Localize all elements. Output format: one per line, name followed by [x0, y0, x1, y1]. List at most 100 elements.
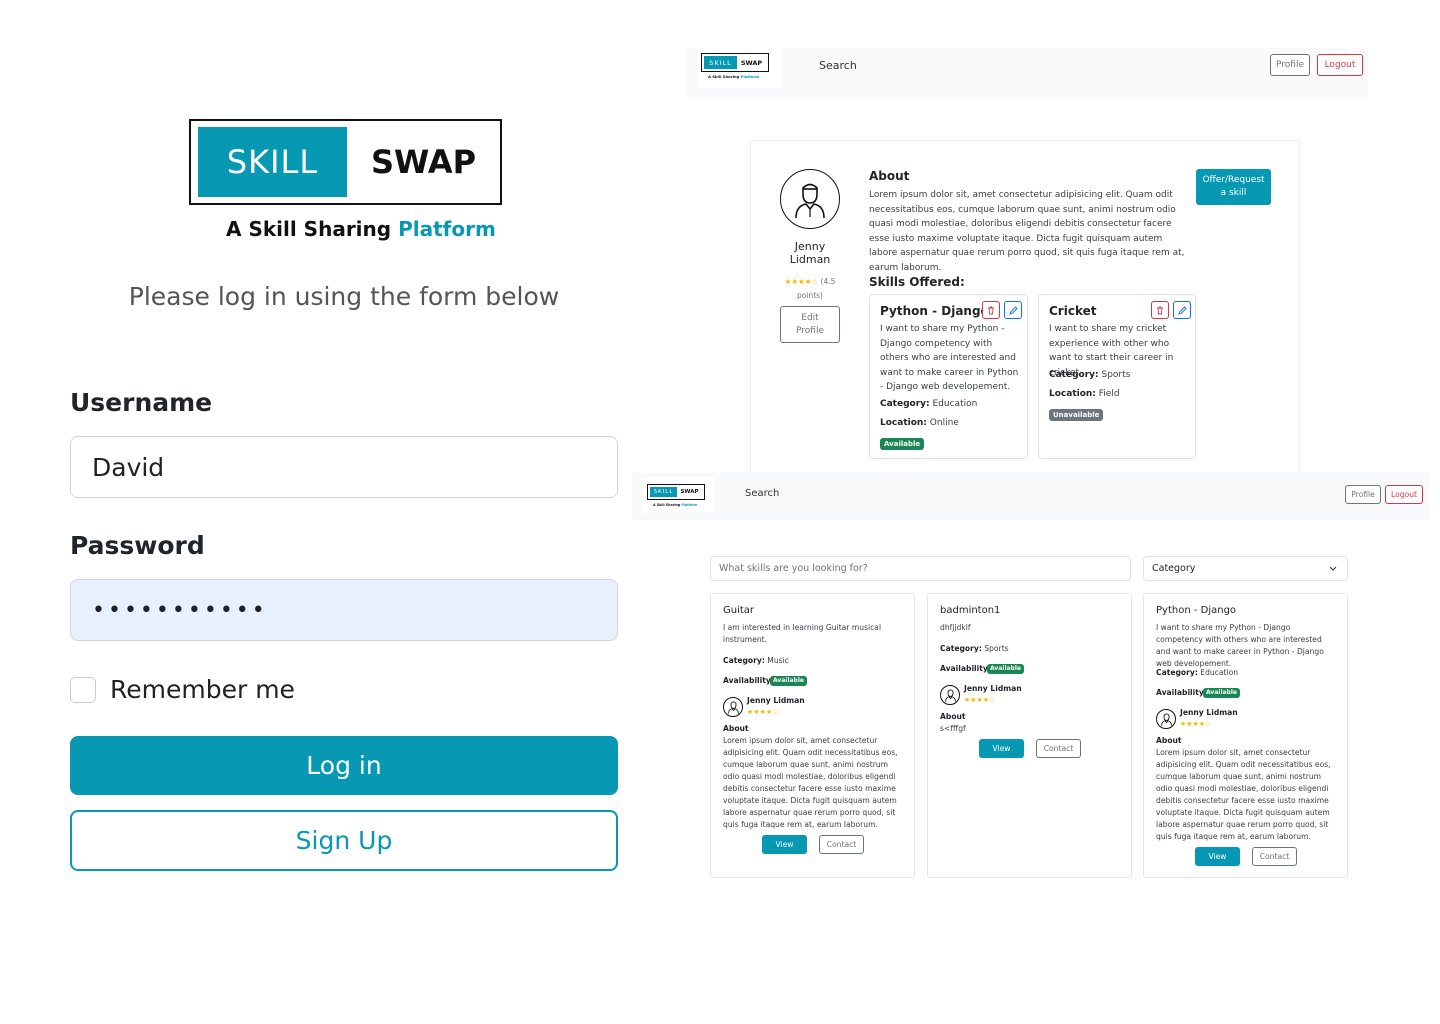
result-description: dhfjjdklf	[940, 623, 971, 632]
result-user-name[interactable]: Jenny Lidman	[1180, 708, 1238, 717]
remember-me[interactable]: Remember me	[70, 675, 295, 704]
logo-skill-block: SKILL	[198, 127, 347, 197]
skill-title: Cricket	[1049, 304, 1097, 318]
remember-label: Remember me	[110, 675, 295, 704]
category-value: Education	[932, 399, 978, 409]
pencil-icon	[1008, 305, 1018, 315]
result-card: badminton1 dhfjjdklf Category: Sports Av…	[927, 593, 1132, 878]
result-description: I am interested in learning Guitar music…	[723, 623, 882, 644]
result-about-text: Lorem ipsum dolor sit, amet consectetur …	[723, 736, 898, 829]
location-value: Online	[929, 418, 959, 428]
view-button[interactable]: View	[979, 739, 1024, 758]
nav-logo-skill: SKILL	[650, 487, 677, 497]
skill-search-input[interactable]: What skills are you looking for?	[710, 556, 1131, 581]
person-icon	[1160, 713, 1172, 726]
login-prompt: Please log in using the form below	[128, 282, 560, 311]
status-badge: Available	[1203, 688, 1240, 698]
tagline-highlight: Platform	[398, 217, 496, 241]
result-title[interactable]: badminton1	[940, 605, 1000, 616]
skill-description: I want to share my Python - Django compe…	[880, 324, 1019, 392]
result-about-text: Lorem ipsum dolor sit, amet consectetur …	[1156, 748, 1331, 841]
edit-profile-button[interactable]: Edit Profile	[780, 306, 840, 343]
view-button[interactable]: View	[1195, 847, 1240, 866]
view-button[interactable]: View	[762, 835, 807, 854]
location-label: Location:	[880, 418, 927, 428]
result-category: Category: Sports	[940, 644, 1009, 653]
nav-tagline-main: A Skill Sharing	[653, 503, 682, 507]
contact-button[interactable]: Contact	[1252, 847, 1297, 866]
availability-label: Availability:	[940, 664, 991, 673]
category-value: Sports	[984, 644, 1009, 653]
search-navbar: SKILL SWAP A Skill Sharing Platform Sear…	[632, 473, 1429, 520]
skill-location: Location: Online	[880, 418, 959, 428]
category-label: Category:	[1156, 668, 1198, 677]
password-input[interactable]: •••••••••••	[70, 579, 618, 641]
person-icon	[795, 183, 825, 219]
result-title[interactable]: Python - Django	[1156, 605, 1236, 616]
edit-line2: Profile	[796, 326, 824, 336]
result-availability: Availability:	[723, 676, 774, 685]
nav-logo-tagline: A Skill Sharing Platform	[708, 74, 759, 79]
user-avatar-icon	[723, 697, 743, 717]
category-select[interactable]: Category	[1143, 556, 1348, 581]
logout-button[interactable]: Logout	[1385, 485, 1423, 504]
username-input[interactable]: David	[70, 436, 618, 498]
category-label: Category:	[940, 644, 982, 653]
tagline-main: A Skill Sharing	[226, 217, 399, 241]
result-title[interactable]: Guitar	[723, 605, 754, 616]
about-text: Lorem ipsum dolor sit, amet consectetur …	[869, 190, 1185, 273]
profile-navbar: SKILL SWAP A Skill Sharing Platform Sear…	[687, 48, 1368, 97]
skill-category: Category: Sports	[1049, 370, 1130, 380]
category-value: Music	[767, 656, 789, 665]
result-user-name[interactable]: Jenny Lidman	[747, 696, 805, 705]
nav-logo[interactable]: SKILL SWAP A Skill Sharing Platform	[642, 477, 714, 513]
nav-search-link[interactable]: Search	[745, 488, 779, 499]
rating-points-suffix: points)	[797, 291, 823, 300]
profile-button[interactable]: Profile	[1270, 54, 1310, 76]
result-category: Category: Music	[723, 656, 789, 665]
offer-request-button[interactable]: Offer/Request a skill	[1196, 169, 1271, 205]
login-button[interactable]: Log in	[70, 736, 618, 795]
status-badge: Available	[880, 438, 925, 450]
nav-search-link[interactable]: Search	[819, 59, 857, 72]
skill-category: Category: Education	[880, 399, 977, 409]
result-about-label: About	[940, 712, 966, 721]
logout-button[interactable]: Logout	[1317, 54, 1363, 76]
user-avatar-icon	[940, 685, 960, 705]
password-label: Password	[70, 531, 205, 560]
status-badge: Unavailable	[1049, 409, 1104, 421]
offer-line2: a skill	[1220, 188, 1247, 198]
profile-button[interactable]: Profile	[1345, 485, 1381, 504]
nav-logo-swap: SWAP	[680, 489, 699, 495]
contact-button[interactable]: Contact	[1036, 739, 1081, 758]
trash-icon	[988, 306, 994, 314]
delete-skill-button[interactable]	[982, 301, 1000, 319]
pencil-icon	[1177, 305, 1187, 315]
result-user-name[interactable]: Jenny Lidman	[964, 684, 1022, 693]
rating-stars: ★★★★☆	[784, 277, 819, 286]
availability-label: Availability:	[723, 676, 774, 685]
category-label: Category:	[880, 399, 930, 409]
result-card: Python - Django I want to share my Pytho…	[1143, 593, 1348, 878]
edit-skill-button[interactable]	[1004, 301, 1022, 319]
remember-checkbox[interactable]	[70, 676, 96, 703]
person-icon	[727, 701, 739, 714]
skill-card: Python - Django I want to share my Pytho…	[869, 294, 1028, 459]
password-value: •••••••••••	[92, 597, 268, 623]
skills-offered-title: Skills Offered:	[869, 275, 965, 289]
about-title: About	[869, 169, 910, 183]
location-value: Field	[1098, 389, 1120, 399]
contact-button[interactable]: Contact	[819, 835, 864, 854]
result-user-stars: ★★★★☆	[1180, 720, 1212, 728]
status-badge: Available	[987, 664, 1024, 674]
location-label: Location:	[1049, 389, 1096, 399]
edit-skill-button[interactable]	[1173, 301, 1191, 319]
delete-skill-button[interactable]	[1151, 301, 1169, 319]
profile-name-first: Jenny	[794, 240, 826, 253]
nav-tagline-main: A Skill Sharing	[708, 74, 741, 79]
nav-logo[interactable]: SKILL SWAP A Skill Sharing Platform	[697, 48, 783, 88]
chevron-down-icon	[1329, 566, 1337, 571]
profile-name-last: Lidman	[789, 253, 831, 266]
user-avatar-icon	[1156, 709, 1176, 729]
signup-button[interactable]: Sign Up	[70, 810, 618, 871]
